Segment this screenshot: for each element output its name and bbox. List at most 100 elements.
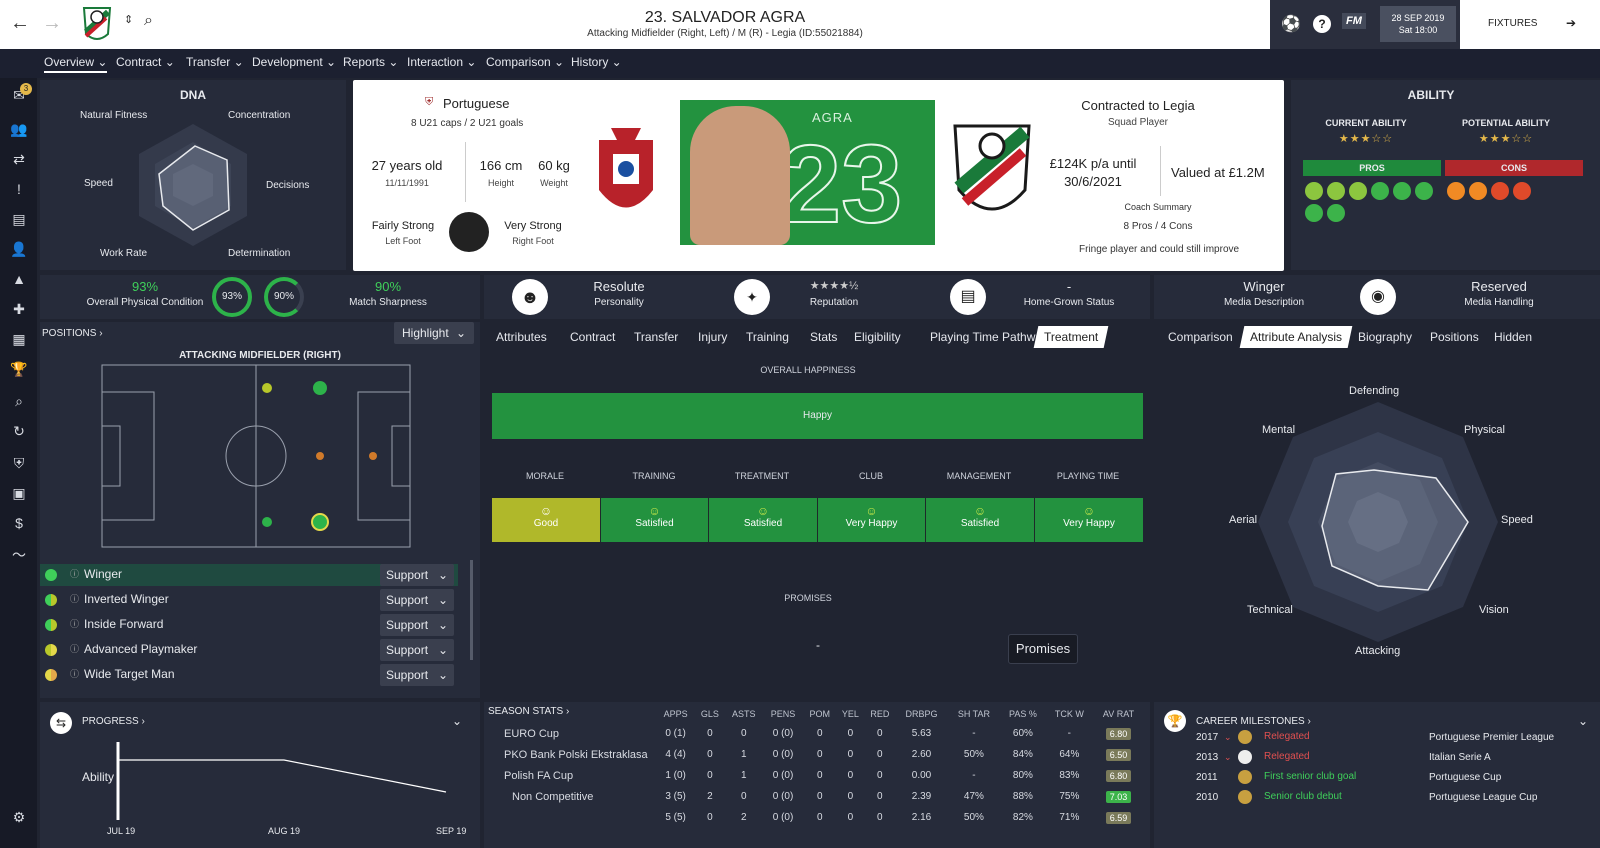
milestones-link[interactable]: CAREER MILESTONES › xyxy=(1196,716,1311,727)
progress-link[interactable]: PROGRESS › xyxy=(82,716,145,727)
promises-button[interactable]: Promises xyxy=(1008,634,1078,664)
tab-comparison[interactable]: Comparison xyxy=(1160,326,1241,348)
role-rating-dot xyxy=(45,669,57,681)
rating-badge: 6.80 xyxy=(1105,769,1132,782)
staff-icon[interactable]: 👤 xyxy=(9,239,29,259)
training-icon[interactable]: ▲ xyxy=(9,269,29,289)
clipboard-icon[interactable]: ▤ xyxy=(9,209,29,229)
chevron-down-icon[interactable]: ⌄ xyxy=(1578,714,1588,728)
divider xyxy=(1160,146,1161,196)
nav-development[interactable]: Development ⌄ xyxy=(252,55,336,69)
duty-select[interactable]: Support ⌄ xyxy=(380,614,454,636)
cell: 1 xyxy=(741,770,747,781)
table-row[interactable]: EURO Cup 0 (1) 0 0 0 (0) 0 0 0 5.63 - 60… xyxy=(484,723,1144,744)
role-rating-dot xyxy=(45,644,57,656)
duty-select[interactable]: Support ⌄ xyxy=(380,589,454,611)
table-row[interactable]: Polish FA Cup 1 (0) 0 1 0 (0) 0 0 0 0.00… xyxy=(484,765,1144,786)
season-stats-table: APPS GLS ASTS PENS POM YEL RED DRBPG SH … xyxy=(484,705,1144,828)
scouting-icon[interactable]: ⌕ xyxy=(9,391,29,411)
cell: 0 xyxy=(847,812,854,823)
info-icon[interactable]: ⓘ xyxy=(70,617,79,630)
cons-header: CONS xyxy=(1445,160,1583,176)
nav-interaction[interactable]: Interaction ⌄ xyxy=(407,55,476,69)
nav-bar: Overview ⌄ Contract ⌄ Transfer ⌄ Develop… xyxy=(0,49,1600,78)
trophy-icon[interactable]: 🏆 xyxy=(9,359,29,379)
nav-overview[interactable]: Overview ⌄ xyxy=(44,55,108,73)
role-row-inside-forward[interactable]: ⓘ Inside Forward Support ⌄ xyxy=(40,614,458,636)
tab-stats[interactable]: Stats xyxy=(802,326,845,348)
legia-crest-icon xyxy=(953,124,1031,211)
pro-trait-icon[interactable] xyxy=(1327,182,1345,200)
settings-icon[interactable]: ⚙ xyxy=(9,807,29,827)
right-tabs: Comparison Attribute Analysis Biography … xyxy=(1160,326,1600,348)
pro-trait-icon[interactable] xyxy=(1305,204,1323,222)
nav-reports[interactable]: Reports ⌄ xyxy=(343,55,398,69)
roles-scrollbar[interactable] xyxy=(470,560,473,660)
duty-select[interactable]: Support ⌄ xyxy=(380,639,454,661)
dynamics-icon[interactable]: ⇄ xyxy=(9,149,29,169)
con-trait-icon[interactable] xyxy=(1491,182,1509,200)
club-vision-icon[interactable]: ⛨ xyxy=(9,453,29,473)
transfers-icon[interactable]: ↻ xyxy=(9,421,29,441)
duty-select[interactable]: Support ⌄ xyxy=(380,564,454,586)
alert-icon[interactable]: ! xyxy=(9,179,29,199)
current-ability-stars: ★★★☆☆ xyxy=(1338,133,1394,145)
world-icon[interactable]: ⚽ xyxy=(1281,14,1301,34)
date-display[interactable]: 28 SEP 2019 Sat 18:00 xyxy=(1380,6,1456,42)
finances-icon[interactable]: $ xyxy=(9,513,29,533)
highlight-dropdown[interactable]: Highlight ⌄ xyxy=(394,322,474,344)
search-icon[interactable]: ⌕ xyxy=(144,12,153,30)
forward-icon[interactable]: → xyxy=(42,12,62,35)
pro-trait-icon[interactable] xyxy=(1393,182,1411,200)
info-icon[interactable]: ⓘ xyxy=(70,592,79,605)
nav-history[interactable]: History ⌄ xyxy=(571,55,622,69)
role-name: Inverted Winger xyxy=(84,592,169,606)
tab-biography[interactable]: Biography xyxy=(1350,326,1420,348)
pro-trait-icon[interactable] xyxy=(1349,182,1367,200)
fixtures-button[interactable]: FIXTURES ➔ xyxy=(1460,0,1600,49)
club-crest-icon[interactable] xyxy=(80,4,114,46)
tab-attribute-analysis[interactable]: Attribute Analysis xyxy=(1239,326,1353,348)
tab-contract[interactable]: Contract xyxy=(562,326,623,348)
traits-panel: ☻ Resolute Personality ✦ ★★★★½ Reputatio… xyxy=(484,275,1150,319)
role-row-inverted-winger[interactable]: ⓘ Inverted Winger Support ⌄ xyxy=(40,589,458,611)
fm-button[interactable]: FM xyxy=(1342,13,1366,29)
con-trait-icon[interactable] xyxy=(1513,182,1531,200)
briefcase-icon[interactable]: ▣ xyxy=(9,483,29,503)
info-icon[interactable]: ⓘ xyxy=(70,567,79,580)
table-row[interactable]: Non Competitive 3 (5) 2 0 0 (0) 0 0 0 2.… xyxy=(484,786,1144,807)
table-row[interactable]: PKO Bank Polski Ekstraklasa 4 (4) 0 1 0 … xyxy=(484,744,1144,765)
nav-contract[interactable]: Contract ⌄ xyxy=(116,55,175,69)
help-icon[interactable]: ? xyxy=(1313,15,1331,33)
nav-transfer[interactable]: Transfer ⌄ xyxy=(186,55,244,69)
info-icon[interactable]: ⓘ xyxy=(70,642,79,655)
con-trait-icon[interactable] xyxy=(1447,182,1465,200)
pro-trait-icon[interactable] xyxy=(1371,182,1389,200)
pro-trait-icon[interactable] xyxy=(1305,182,1323,200)
stats-icon[interactable]: 〜 xyxy=(9,545,29,565)
positions-link[interactable]: POSITIONS › xyxy=(42,328,103,339)
tab-transfer[interactable]: Transfer xyxy=(626,326,686,348)
role-row-wide-target-man[interactable]: ⓘ Wide Target Man Support ⌄ xyxy=(40,664,458,686)
info-icon[interactable]: ⓘ xyxy=(70,667,79,680)
role-row-advanced-playmaker[interactable]: ⓘ Advanced Playmaker Support ⌄ xyxy=(40,639,458,661)
squad-icon[interactable]: 👥 xyxy=(9,119,29,139)
back-icon[interactable]: ← xyxy=(10,12,30,35)
duty-select[interactable]: Support ⌄ xyxy=(380,664,454,686)
tab-hidden[interactable]: Hidden xyxy=(1486,326,1540,348)
tab-eligibility[interactable]: Eligibility xyxy=(846,326,909,348)
pro-trait-icon[interactable] xyxy=(1327,204,1345,222)
chevron-down-icon[interactable]: ⌄ xyxy=(452,714,462,728)
tab-positions[interactable]: Positions xyxy=(1422,326,1487,348)
nav-comparison[interactable]: Comparison ⌄ xyxy=(486,55,564,69)
role-row-winger[interactable]: ⓘ Winger Support ⌄ xyxy=(40,564,458,586)
tab-treatment[interactable]: Treatment xyxy=(1033,326,1109,348)
calendar-icon[interactable]: ▦ xyxy=(9,329,29,349)
medical-icon[interactable]: ✚ xyxy=(9,299,29,319)
pro-trait-icon[interactable] xyxy=(1415,182,1433,200)
sort-icon[interactable]: ⇕ xyxy=(124,13,133,26)
tab-training[interactable]: Training xyxy=(738,326,797,348)
con-trait-icon[interactable] xyxy=(1469,182,1487,200)
tab-injury[interactable]: Injury xyxy=(690,326,735,348)
tab-attributes[interactable]: Attributes xyxy=(488,326,555,348)
